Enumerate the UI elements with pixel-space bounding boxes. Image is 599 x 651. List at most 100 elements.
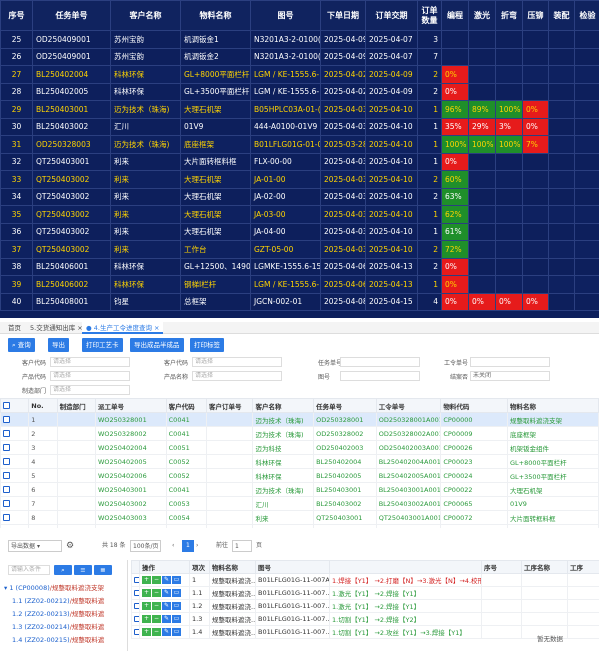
row-checkbox[interactable] xyxy=(131,573,140,587)
work-order-input[interactable] xyxy=(470,357,550,367)
tab-home[interactable]: 首页 xyxy=(4,322,25,334)
process-row[interactable]: + − ✎ ▭ 1.4 规整取料遮浇... B01LFLG01G-11-007... 1.切割… xyxy=(131,625,599,639)
row-checkbox[interactable] xyxy=(0,440,30,455)
row-checkbox[interactable] xyxy=(131,599,140,613)
dashboard-row[interactable]: 27 BL250402004 科林环保 GL+8000平面栏杆 LGM / KE-155… xyxy=(0,65,599,84)
page-size-select[interactable]: 100条/页 xyxy=(130,540,162,552)
tree-node[interactable]: 1.1 (ZZ02-00212)/规整取料遮 xyxy=(12,595,104,605)
row-checkbox[interactable] xyxy=(131,586,140,600)
row-checkbox[interactable] xyxy=(0,412,30,427)
edit-icon[interactable]: ✎ xyxy=(162,602,171,610)
process-row[interactable]: + − ✎ ▭ 1.1 规整取料遮浇... B01LFLG01G-11-007... 1.激光… xyxy=(131,586,599,600)
dashboard-row[interactable]: 29 BL250403001 迈为技术（珠海) 大理石机架 B05HPLC03A-01-… xyxy=(0,100,599,119)
gear-icon[interactable]: ⚙ xyxy=(66,540,74,552)
tree-node[interactable]: 1.2 (ZZ02-00213)/规整取料遮 xyxy=(12,608,104,618)
cell-qty: 2 xyxy=(417,82,442,101)
process-row[interactable]: + − ✎ ▭ 1.3 规整取料遮浇... B01LFLG01G-11-007... 1.切割… xyxy=(131,612,599,626)
table-row[interactable]: 7 WO250403002 C0053 汇川 BL250403002 BL25040300… xyxy=(0,496,599,511)
customer-code-input[interactable]: 请选择 xyxy=(50,357,130,367)
tree-collapse-button[interactable]: ≣ xyxy=(94,565,112,575)
tab-notice[interactable]: 5.交货通知出库 × xyxy=(26,322,87,334)
add-icon[interactable]: + xyxy=(142,602,151,610)
process-row[interactable]: + − ✎ ▭ 1.2 规整取料遮浇... B01LFLG01G-11-007... 1.激光… xyxy=(131,599,599,613)
dashboard-row[interactable]: 37 QT250403002 利来 工作台 GZT-05-00 2025-04-03 202… xyxy=(0,240,599,259)
customer-code-input-2[interactable]: 请选择 xyxy=(192,357,282,367)
row-checkbox[interactable] xyxy=(0,426,30,441)
tree-node[interactable]: ▾ 1 (CP00008)/规整取料遮浇支架 xyxy=(4,582,104,592)
table-row[interactable]: 9 WO250403004C0054 利来QT250403002QT25040300… xyxy=(0,524,599,528)
tree-node[interactable]: 1.3 (ZZ02-00214)/规整取料遮 xyxy=(12,621,104,631)
row-checkbox[interactable] xyxy=(0,454,30,469)
folder-icon[interactable]: ▭ xyxy=(172,628,181,636)
row-checkbox[interactable] xyxy=(131,625,140,639)
add-icon[interactable]: + xyxy=(142,615,151,623)
print-card-button[interactable]: 打印工艺卡 xyxy=(82,338,123,352)
row-checkbox[interactable] xyxy=(0,510,30,525)
dashboard-row[interactable]: 31 OD250328003 迈为技术（珠海) 底座框架 B01LFLG01G-01-0… xyxy=(0,135,599,154)
tree-expand-button[interactable]: ≡ xyxy=(74,565,92,575)
close-status-select[interactable]: 未关闭 xyxy=(470,371,550,381)
subtract-icon[interactable]: − xyxy=(152,576,161,584)
export-wip-button[interactable]: 导出成品半成品 xyxy=(130,338,184,352)
table-row[interactable]: 1 WO250328001 C0041 迈为技术（珠海) OD250328001 OD25… xyxy=(0,412,599,427)
prev-page-icon[interactable]: ‹ xyxy=(172,540,174,552)
tree-node[interactable]: 1.4 (ZZ02-00215)/规整取料遮 xyxy=(12,634,104,644)
dashboard-row[interactable]: 36 QT250403002 利来 大理石机架 JA-04-00 2025-04-03 20… xyxy=(0,222,599,241)
subtract-icon[interactable]: − xyxy=(152,628,161,636)
dashboard-row[interactable]: 28 BL250402005 科林环保 GL+3500平面栏杆 LGM / KE-155… xyxy=(0,82,599,101)
edit-icon[interactable]: ✎ xyxy=(162,628,171,636)
add-icon[interactable]: + xyxy=(142,576,151,584)
goto-input[interactable]: 1 xyxy=(232,540,252,552)
row-checkbox[interactable] xyxy=(0,496,30,511)
folder-icon[interactable]: ▭ xyxy=(172,602,181,610)
edit-icon[interactable]: ✎ xyxy=(162,576,171,584)
empty-cell xyxy=(567,625,599,639)
product-code-input[interactable]: 请选择 xyxy=(50,371,130,381)
subtract-icon[interactable]: − xyxy=(152,602,161,610)
subtract-icon[interactable]: − xyxy=(152,615,161,623)
edit-icon[interactable]: ✎ xyxy=(162,589,171,597)
add-icon[interactable]: + xyxy=(142,589,151,597)
row-checkbox[interactable] xyxy=(0,482,30,497)
folder-icon[interactable]: ▭ xyxy=(172,589,181,597)
add-icon[interactable]: + xyxy=(142,628,151,636)
select-all-checkbox[interactable] xyxy=(0,398,30,413)
tree-search-button[interactable]: ⌕ xyxy=(54,565,72,575)
dashboard-row[interactable]: 30 BL250403002 汇川 01V9 444-A0100-01V9 2025-04… xyxy=(0,117,599,136)
dashboard-row[interactable]: 39 BL250406002 科林环保 钢梯I栏杆 LGM / KE-1555.6- 20… xyxy=(0,275,599,294)
drawing-input[interactable] xyxy=(340,371,420,381)
tree-filter-input[interactable]: 请输入条件 xyxy=(8,565,50,575)
dashboard-row[interactable]: 32 QT250403001 利来 大片面转框料框 FLX-00-00 2025-04-0… xyxy=(0,152,599,171)
product-name-input[interactable]: 请选择 xyxy=(192,371,282,381)
row-checkbox[interactable] xyxy=(0,468,30,483)
table-row[interactable]: 8 WO250403003 C0054 利来 QT250403001 QT25040300… xyxy=(0,510,599,525)
page-1-button[interactable]: 1 xyxy=(182,540,194,552)
dashboard-row[interactable]: 26 OD250409001 苏州宝韵 机调钣金2 N3201A3-2-0100(202… xyxy=(0,47,599,66)
table-row[interactable]: 4 WO250402005 C0052 科林环保 BL250402004 BL250402… xyxy=(0,454,599,469)
export-button[interactable]: 导出 xyxy=(48,338,69,352)
dashboard-row[interactable]: 33 QT250403002 利来 大理石机架 JA-01-00 2025-04-03 20… xyxy=(0,170,599,189)
tab-work-order[interactable]: ● 4.生产工令进度查询 × xyxy=(82,322,164,334)
next-page-icon[interactable]: › xyxy=(196,540,198,552)
dashboard-row[interactable]: 40 BL250408001 钧星 总框架 JGCN-002-01 2025-04-08 2… xyxy=(0,292,599,311)
table-row[interactable]: 2 WO250328002 C0041 迈为技术（珠海) OD250328002 OD25… xyxy=(0,426,599,441)
folder-icon[interactable]: ▭ xyxy=(172,576,181,584)
dashboard-row[interactable]: 34 QT250403002 利来 大理石机架 JA-02-00 2025-04-03 20… xyxy=(0,187,599,206)
table-row[interactable]: 5 WO250402006 C0052 科林环保 BL250402005 BL250402… xyxy=(0,468,599,483)
task-no-input[interactable] xyxy=(340,357,420,367)
row-checkbox[interactable] xyxy=(0,524,30,528)
dashboard-row[interactable]: 35 QT250403002 利来 大理石机架 JA-03-00 2025-04-03 20… xyxy=(0,205,599,224)
query-button[interactable]: ⌕ 查询 xyxy=(8,338,35,352)
subtract-icon[interactable]: − xyxy=(152,589,161,597)
table-row[interactable]: 3 WO250402004 C0051 迈为科技 OD250402003 OD250402… xyxy=(0,440,599,455)
row-checkbox[interactable] xyxy=(131,612,140,626)
process-row[interactable]: + − ✎ ▭ 1 规整取料遮浇... B01LFLG01G-11-007A0 1.焊接【Y1… xyxy=(131,573,599,587)
dashboard-row[interactable]: 25 OD250409001 苏州宝韵 机调钣金1 N3201A3-2-0100(202… xyxy=(0,30,599,49)
print-label-button[interactable]: 打印标签 xyxy=(190,338,224,352)
edit-icon[interactable]: ✎ xyxy=(162,615,171,623)
dept-input[interactable]: 请选择 xyxy=(50,385,130,395)
dashboard-row[interactable]: 38 BL250406001 科林环保 GL+12500、14900 LGMKE-155… xyxy=(0,257,599,276)
table-row[interactable]: 6 WO250403001 C0041 迈为技术（珠海) BL250403001 BL25… xyxy=(0,482,599,497)
folder-icon[interactable]: ▭ xyxy=(172,615,181,623)
export-data-select[interactable]: 导出数据 ▾ xyxy=(8,540,62,552)
